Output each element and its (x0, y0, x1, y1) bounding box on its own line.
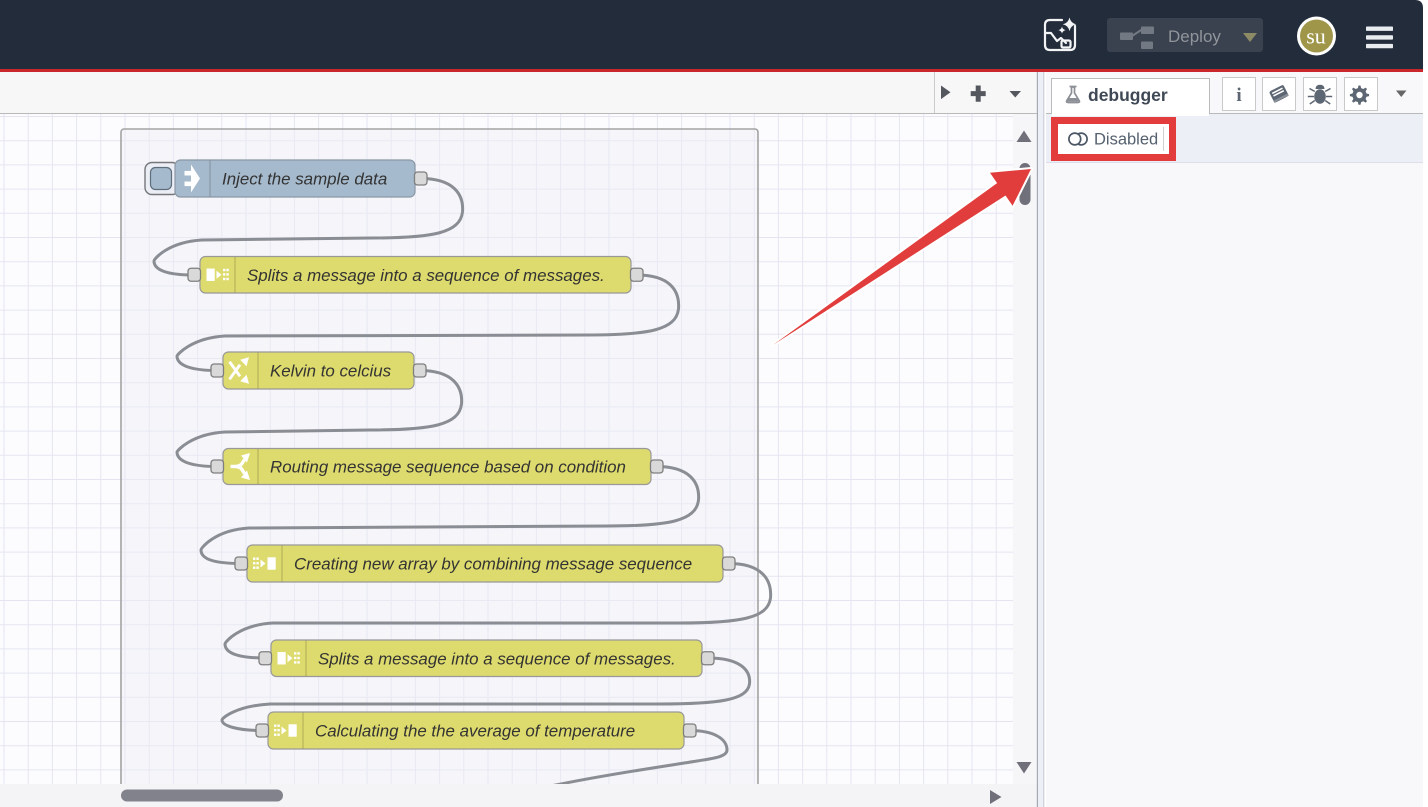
svg-text:Routing message sequence based: Routing message sequence based on condit… (270, 458, 626, 477)
svg-text:Calculating the the average of: Calculating the the average of temperatu… (315, 722, 635, 741)
svg-text:Disabled: Disabled (1094, 131, 1158, 149)
svg-text:Kelvin to celcius: Kelvin to celcius (270, 362, 392, 381)
svg-text:Splits a message into a sequen: Splits a message into a sequence of mess… (318, 649, 676, 668)
svg-text:Splits a message into a sequen: Splits a message into a sequence of mess… (247, 266, 605, 285)
svg-text:Creating new array by combinin: Creating new array by combining message … (294, 555, 692, 574)
svg-text:Inject the sample data: Inject the sample data (222, 170, 387, 189)
svg-text:i: i (1236, 85, 1241, 106)
svg-text:Deploy: Deploy (1168, 27, 1221, 46)
svg-text:su: su (1306, 24, 1326, 49)
svg-text:debugger: debugger (1088, 85, 1168, 105)
